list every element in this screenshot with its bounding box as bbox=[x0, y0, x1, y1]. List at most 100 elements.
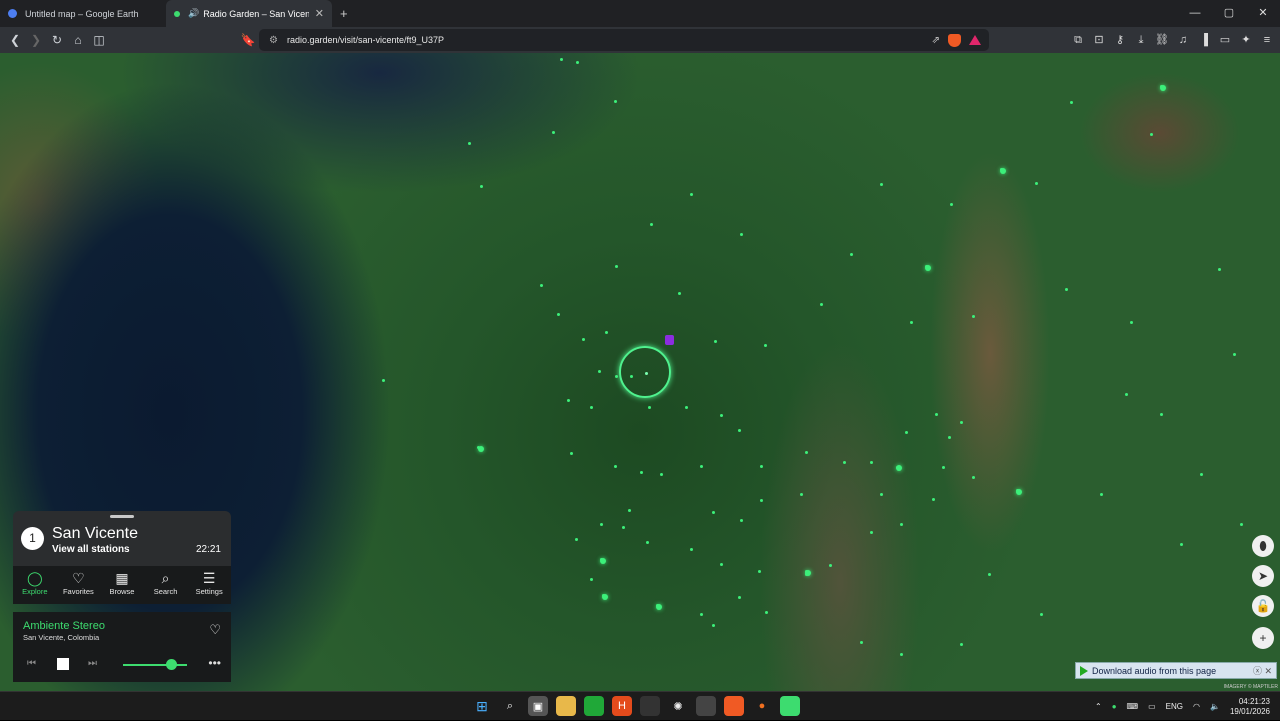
station-dot[interactable] bbox=[648, 406, 651, 409]
station-dot[interactable] bbox=[582, 338, 585, 341]
station-dot[interactable] bbox=[685, 406, 688, 409]
station-dot[interactable] bbox=[738, 429, 741, 432]
station-dot[interactable] bbox=[605, 331, 608, 334]
selected-location-ring[interactable] bbox=[619, 346, 671, 398]
station-dot[interactable] bbox=[598, 370, 601, 373]
menu-icon[interactable]: ≡ bbox=[1258, 30, 1276, 50]
sidebar-button[interactable]: ◫ bbox=[89, 30, 109, 50]
view-all-stations-link[interactable]: View all stations bbox=[52, 544, 130, 555]
screenshot-icon[interactable]: ⊡ bbox=[1090, 30, 1108, 50]
station-dot[interactable] bbox=[615, 265, 618, 268]
station-dot[interactable] bbox=[552, 131, 555, 134]
favorite-heart-icon[interactable]: ♡ bbox=[209, 622, 221, 638]
zoom-in-button[interactable]: + bbox=[1252, 627, 1274, 649]
station-dot[interactable] bbox=[765, 611, 768, 614]
site-settings-icon[interactable]: ⚙ bbox=[269, 35, 278, 46]
new-tab-button[interactable]: + bbox=[340, 6, 348, 21]
station-dot[interactable] bbox=[540, 284, 543, 287]
station-dot[interactable] bbox=[590, 578, 593, 581]
station-dot[interactable] bbox=[614, 100, 617, 103]
leo-ai-icon[interactable]: ✦ bbox=[1237, 30, 1255, 50]
station-dot[interactable] bbox=[576, 61, 579, 64]
station-dot[interactable] bbox=[720, 414, 723, 417]
station-dot[interactable] bbox=[575, 538, 578, 541]
station-dot[interactable] bbox=[758, 570, 761, 573]
h-app-icon[interactable]: H bbox=[612, 696, 632, 716]
close-window-button[interactable]: ✕ bbox=[1246, 0, 1280, 27]
task-view-icon[interactable]: ▣ bbox=[528, 696, 548, 716]
download-icon[interactable]: ⤓ bbox=[1132, 30, 1150, 50]
nav-browse[interactable]: ▦ Browse bbox=[100, 566, 144, 604]
station-dot[interactable] bbox=[1218, 268, 1221, 271]
station-dot[interactable] bbox=[570, 452, 573, 455]
microphone-icon[interactable]: ● bbox=[752, 696, 772, 716]
locate-icon[interactable]: ➤ bbox=[1252, 565, 1274, 587]
station-dot[interactable] bbox=[628, 509, 631, 512]
station-dot[interactable] bbox=[1130, 321, 1133, 324]
station-dot[interactable] bbox=[880, 493, 883, 496]
station-dot[interactable] bbox=[1035, 182, 1038, 185]
station-dot[interactable] bbox=[764, 344, 767, 347]
station-dot[interactable] bbox=[829, 564, 832, 567]
station-dot[interactable] bbox=[1065, 288, 1068, 291]
station-dot[interactable] bbox=[760, 465, 763, 468]
back-button[interactable]: ❮ bbox=[5, 30, 25, 50]
volume-slider-knob[interactable] bbox=[166, 659, 177, 670]
brave-shield-icon[interactable] bbox=[948, 33, 961, 47]
station-dot[interactable] bbox=[960, 643, 963, 646]
clock[interactable]: 04:21:23 19/01/2026 bbox=[1230, 697, 1270, 717]
media-icon[interactable]: ♫ bbox=[1174, 30, 1192, 50]
station-dot[interactable] bbox=[614, 465, 617, 468]
user-marker-icon[interactable] bbox=[665, 335, 674, 345]
station-dot[interactable] bbox=[960, 421, 963, 424]
home-button[interactable]: ⌂ bbox=[68, 30, 88, 50]
language-indicator[interactable]: ENG bbox=[1166, 702, 1183, 711]
station-dot[interactable] bbox=[720, 563, 723, 566]
station-name[interactable]: Ambiente Stereo bbox=[23, 620, 105, 632]
station-dot[interactable] bbox=[615, 375, 618, 378]
station-dot[interactable] bbox=[560, 58, 563, 61]
station-dot[interactable] bbox=[870, 531, 873, 534]
station-dot[interactable] bbox=[567, 399, 570, 402]
keyboard-icon[interactable]: ⌨ bbox=[1127, 702, 1139, 711]
tab-google-earth[interactable]: Untitled map – Google Earth bbox=[0, 0, 166, 27]
station-dot[interactable] bbox=[900, 523, 903, 526]
tab-radio-garden[interactable]: 🔊 Radio Garden – San Vicente ✕ bbox=[166, 0, 332, 27]
station-dot[interactable] bbox=[1040, 613, 1043, 616]
station-dot[interactable] bbox=[1240, 523, 1243, 526]
terminal-icon[interactable] bbox=[640, 696, 660, 716]
station-dot[interactable] bbox=[1160, 413, 1163, 416]
key-icon[interactable]: ⚷ bbox=[1111, 30, 1129, 50]
station-dot[interactable] bbox=[468, 142, 471, 145]
minimize-button[interactable]: — bbox=[1178, 0, 1212, 27]
bookmark-icon[interactable]: 🔖 bbox=[238, 30, 258, 50]
station-dot[interactable] bbox=[900, 653, 903, 656]
volume-icon[interactable]: 🔈 bbox=[1210, 702, 1220, 711]
more-options-icon[interactable]: ••• bbox=[208, 656, 221, 670]
close-icon[interactable]: ⓧ ✕ bbox=[1253, 664, 1272, 677]
station-dot[interactable] bbox=[988, 573, 991, 576]
station-dot[interactable] bbox=[1100, 493, 1103, 496]
station-dot[interactable] bbox=[660, 473, 663, 476]
station-dot[interactable] bbox=[805, 570, 811, 576]
stop-button[interactable] bbox=[57, 658, 69, 670]
station-dot[interactable] bbox=[860, 641, 863, 644]
station-dot[interactable] bbox=[805, 451, 808, 454]
station-dot[interactable] bbox=[600, 558, 606, 564]
file-explorer-icon[interactable] bbox=[556, 696, 576, 716]
station-dot[interactable] bbox=[600, 523, 603, 526]
station-dot[interactable] bbox=[1125, 393, 1128, 396]
station-dot[interactable] bbox=[760, 499, 763, 502]
nav-explore[interactable]: ◯ Explore bbox=[13, 566, 57, 604]
lock-icon[interactable]: 🔓 bbox=[1252, 595, 1274, 617]
station-dot[interactable] bbox=[700, 613, 703, 616]
sidebar-toggle-icon[interactable]: ▐ bbox=[1195, 30, 1213, 50]
forward-button[interactable]: ❯ bbox=[26, 30, 46, 50]
station-dot[interactable] bbox=[656, 604, 662, 610]
chatgpt-icon[interactable]: ✺ bbox=[668, 696, 688, 716]
station-dot[interactable] bbox=[678, 292, 681, 295]
sheets-icon[interactable] bbox=[584, 696, 604, 716]
nav-favorites[interactable]: ♡ Favorites bbox=[57, 566, 101, 604]
station-dot[interactable] bbox=[972, 315, 975, 318]
wifi-icon[interactable]: ◠ bbox=[1193, 702, 1200, 711]
